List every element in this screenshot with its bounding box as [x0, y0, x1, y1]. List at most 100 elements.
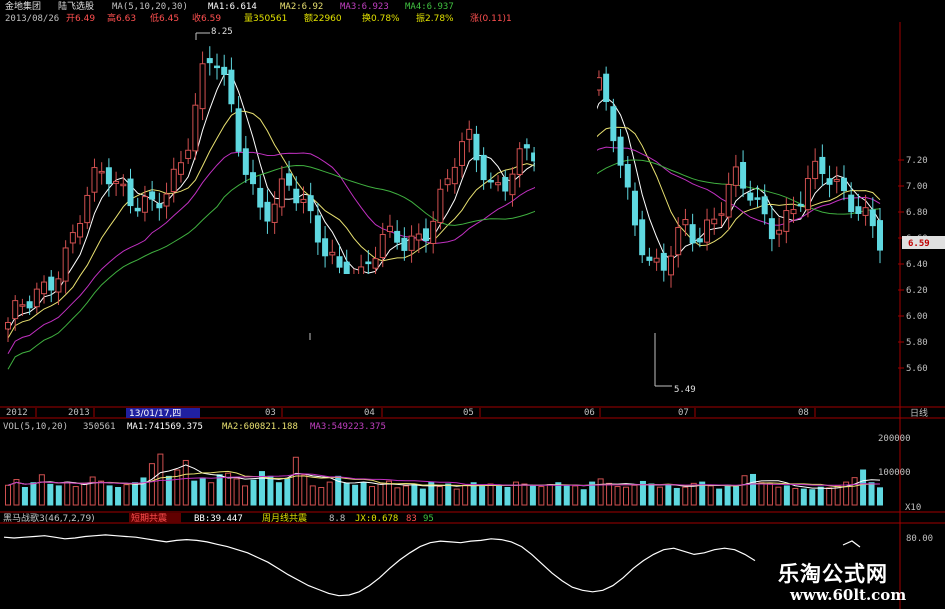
volume-bar [55, 485, 62, 506]
low-price: 低6.45 [150, 12, 179, 24]
osc-signal-a: 短期共震 [131, 512, 167, 524]
candle-body [163, 193, 170, 207]
candle-body [242, 148, 249, 175]
vol-unit: X10 [905, 503, 921, 513]
candle-body [725, 183, 732, 218]
close-price: 收6.59 [192, 12, 221, 24]
volume-bar [580, 489, 587, 506]
period-label[interactable]: 日线 [910, 407, 928, 419]
vol-ma2: MA2:600821.188 [222, 422, 298, 432]
volume-bar [343, 482, 350, 506]
candle-body [408, 235, 415, 251]
candle-body [271, 203, 278, 223]
volume-bar [309, 485, 316, 506]
candle-body [502, 177, 509, 192]
candle-body [26, 301, 33, 309]
volume-bar [402, 485, 409, 506]
volume-bar [750, 473, 757, 506]
high-label: 8.25 [211, 27, 233, 37]
volume-bar [597, 478, 604, 506]
vol-title: VOL(5,10,20) [3, 422, 68, 432]
volume-bar [707, 485, 714, 506]
watermark-text: 乐淘公式网 [778, 562, 888, 586]
candle-body [639, 219, 646, 256]
candle-body [451, 166, 458, 185]
volume-bar [453, 488, 460, 506]
candle-body [668, 255, 675, 276]
bar-date: 2013/08/26 [5, 14, 59, 24]
current-price-tag: 6.59 [902, 236, 945, 249]
volume-bar [538, 486, 545, 506]
volume-bar [496, 485, 503, 506]
volume-bar [123, 484, 130, 506]
price-tick-label: 6.20 [906, 286, 928, 296]
current-price: 6.59 [908, 239, 930, 249]
candle-body [523, 144, 530, 149]
volume-bar [98, 480, 105, 506]
candle-body [336, 256, 343, 268]
candle-body [293, 188, 300, 204]
candle-body [33, 288, 40, 308]
candle-body [5, 322, 11, 330]
ma2-value: MA2:6.92 [280, 2, 323, 12]
volume-bar [716, 488, 723, 506]
volume-bars [5, 453, 883, 506]
candle-body [127, 178, 134, 207]
candle-body [322, 238, 329, 257]
volume-bar [30, 482, 37, 506]
volume-bar [733, 486, 740, 506]
volume-bar [106, 485, 113, 506]
volume-bar [487, 483, 494, 506]
candle-body [55, 278, 62, 293]
ma3-value: MA3:6.923 [340, 2, 389, 12]
candle-body [372, 258, 379, 269]
candle-body [314, 215, 321, 243]
candle-body [768, 218, 775, 240]
osc-bb: BB:39.447 [194, 514, 243, 524]
candle-body [206, 58, 213, 64]
volume-bar [242, 485, 249, 506]
low-label: 5.49 [674, 385, 696, 395]
candle-body [170, 168, 177, 193]
volume-bar [352, 484, 359, 506]
candle-body [401, 237, 408, 251]
stock-name: 金地集团 [5, 0, 41, 12]
volume-bar [72, 486, 79, 506]
volume-bar [462, 484, 469, 506]
candle-body [473, 133, 480, 161]
oscillator-curve-tail [842, 540, 861, 548]
candle-body [595, 77, 602, 91]
oscillator-header: 黑马战歌3(46,7,2,79) 短期共震 BB:39.447 周月线共震 8.… [3, 512, 933, 544]
candle-body [113, 180, 120, 184]
volume-bar [64, 481, 71, 506]
x-label-06: 06 [584, 408, 595, 418]
candle-body [221, 66, 228, 75]
change-value: 涨(0.11)1 [470, 13, 512, 24]
volume-bar [504, 487, 511, 506]
candle-body [62, 247, 69, 282]
vol-ma1: MA1:741569.375 [127, 422, 203, 432]
volume-bar [521, 483, 528, 506]
price-tick-label: 6.00 [906, 312, 928, 322]
candle-body [487, 179, 494, 183]
candle-body [177, 162, 184, 175]
volume-bar [377, 483, 384, 506]
candle-body [790, 209, 797, 215]
volume-bar [572, 485, 579, 506]
candle-body [653, 257, 660, 263]
blackout-area-lower [250, 274, 610, 304]
volume-bar [157, 453, 164, 506]
candle-body [646, 256, 653, 261]
watermark-url: www.60lt.com [790, 586, 907, 604]
volume-bar [877, 487, 883, 506]
volume-bar [479, 486, 486, 506]
candle-body [365, 261, 372, 265]
volume-bar [216, 474, 223, 506]
volume-bar [411, 484, 418, 506]
volume-bar [817, 486, 824, 506]
candle-body [394, 230, 401, 243]
candle-body [84, 194, 91, 224]
candle-body [682, 219, 689, 226]
volume-bar [199, 477, 206, 506]
volume-bar [182, 459, 189, 506]
